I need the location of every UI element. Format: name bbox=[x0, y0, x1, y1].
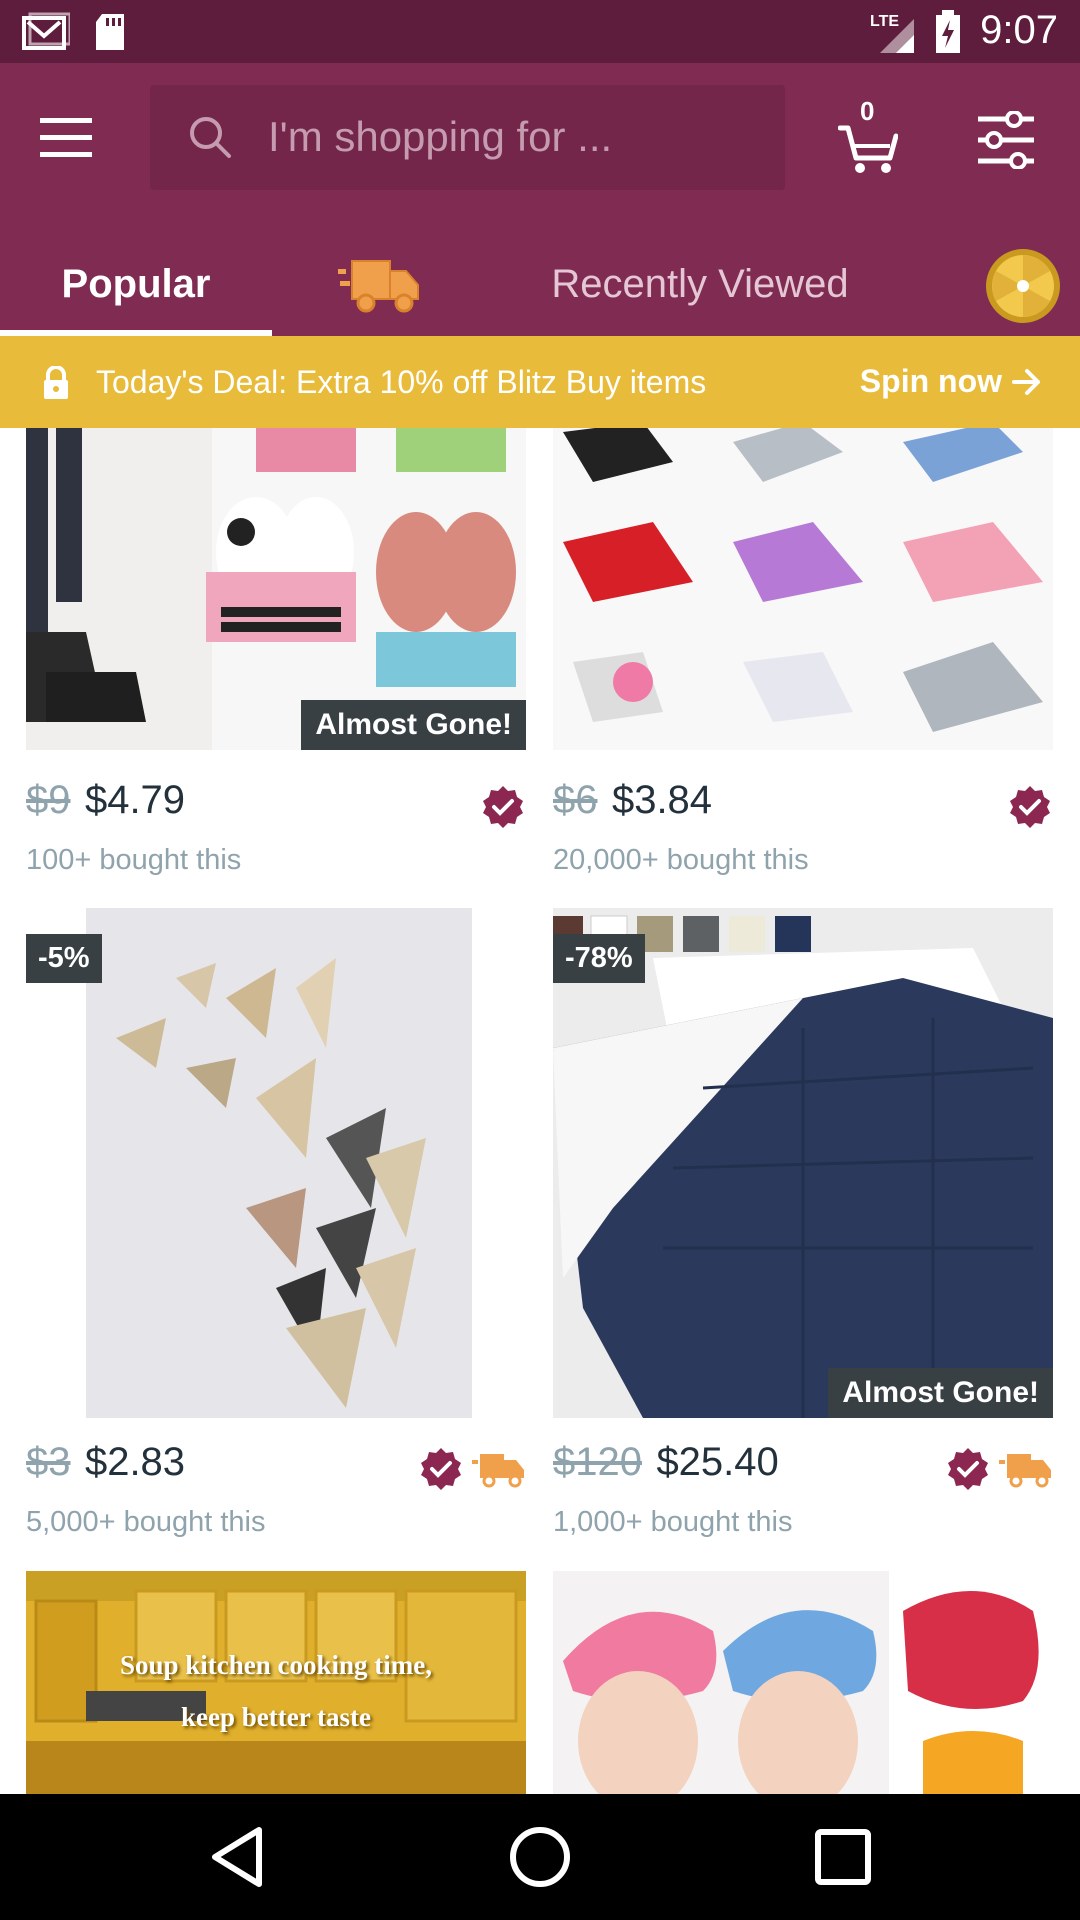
recents-icon bbox=[815, 1829, 871, 1885]
filter-button[interactable] bbox=[978, 110, 1034, 170]
blitz-truck-icon bbox=[338, 259, 419, 312]
gmail-icon bbox=[22, 12, 72, 57]
image-caption: Soup kitchen cooking time, keep better t… bbox=[26, 1639, 526, 1743]
product-image bbox=[553, 428, 1053, 750]
product-image: Soup kitchen cooking time, keep better t… bbox=[26, 1571, 526, 1794]
system-nav-bar bbox=[0, 1794, 1080, 1920]
search-input[interactable] bbox=[268, 105, 768, 169]
image-caption-line-2: keep better taste bbox=[181, 1702, 371, 1732]
product-card[interactable]: Almost Gone! bbox=[26, 428, 526, 752]
spin-now-link[interactable]: Spin now bbox=[860, 363, 1042, 400]
product-price-row: $120 $25.40 bbox=[553, 1440, 1053, 1500]
product-grid: Almost Gone! $9 $4.79 100+ bought this $… bbox=[0, 428, 1080, 1794]
lte-signal-icon: LTE bbox=[870, 13, 916, 55]
original-price: $120 bbox=[553, 1440, 642, 1484]
clock: 9:07 bbox=[980, 8, 1058, 52]
product-card[interactable]: Soup kitchen cooking time, keep better t… bbox=[26, 1571, 526, 1794]
back-icon bbox=[212, 1827, 262, 1887]
fast-shipping-icon bbox=[999, 1454, 1051, 1488]
lock-icon bbox=[44, 366, 68, 399]
battery-charging-icon bbox=[934, 10, 962, 59]
product-price-row: $9 $4.79 bbox=[26, 778, 526, 838]
tab-recently-viewed-label: Recently Viewed bbox=[551, 262, 849, 306]
filter-sliders-icon bbox=[978, 110, 1034, 170]
tab-blitz-buy[interactable] bbox=[330, 233, 430, 336]
bought-count: 1,000+ bought this bbox=[553, 1506, 793, 1538]
product-price-row: $6 $3.84 bbox=[553, 778, 1053, 838]
bought-count: 100+ bought this bbox=[26, 844, 242, 876]
tab-popular-label: Popular bbox=[61, 262, 211, 306]
sale-price: $4.79 bbox=[84, 778, 186, 822]
product-card[interactable]: -78% Almost Gone! bbox=[553, 908, 1053, 1420]
status-bar: LTE 9:07 bbox=[0, 0, 1080, 63]
verified-icon bbox=[948, 1448, 988, 1490]
product-image: -5% bbox=[26, 908, 526, 1418]
product-image: Almost Gone! bbox=[26, 428, 526, 750]
almost-gone-badge: Almost Gone! bbox=[828, 1368, 1053, 1418]
product-image: -78% Almost Gone! bbox=[553, 908, 1053, 1418]
bought-count: 5,000+ bought this bbox=[26, 1506, 266, 1538]
verified-icon bbox=[483, 786, 523, 828]
home-icon bbox=[510, 1827, 570, 1887]
home-button[interactable] bbox=[507, 1824, 573, 1890]
deal-banner[interactable]: Today's Deal: Extra 10% off Blitz Buy it… bbox=[0, 336, 1080, 428]
product-card[interactable]: -5% bbox=[26, 908, 526, 1420]
product-price-row: $3 $2.83 bbox=[26, 1440, 526, 1500]
bought-count: 20,000+ bought this bbox=[553, 844, 809, 876]
tab-popular[interactable]: Popular bbox=[0, 233, 272, 336]
cart-icon bbox=[838, 125, 898, 173]
spin-now-label: Spin now bbox=[859, 363, 1002, 399]
original-price: $3 bbox=[26, 1440, 71, 1484]
deal-text: Today's Deal: Extra 10% off Blitz Buy it… bbox=[96, 364, 707, 400]
search-bar[interactable] bbox=[150, 85, 785, 190]
app-header: 0 Popular Recently Viewed bbox=[0, 63, 1080, 336]
sd-card-icon bbox=[92, 12, 128, 57]
original-price: $6 bbox=[553, 778, 598, 822]
sale-price: $25.40 bbox=[656, 1440, 779, 1484]
fast-shipping-icon bbox=[472, 1454, 524, 1488]
sale-price: $3.84 bbox=[611, 778, 713, 822]
search-icon bbox=[190, 117, 231, 158]
tab-recently-viewed[interactable]: Recently Viewed bbox=[490, 233, 910, 336]
discount-badge: -5% bbox=[26, 934, 102, 983]
spin-wheel-icon bbox=[986, 249, 1060, 323]
product-image bbox=[553, 1571, 1053, 1794]
hamburger-icon bbox=[40, 118, 92, 157]
tab-spin-wheel[interactable] bbox=[984, 247, 1062, 325]
original-price: $9 bbox=[26, 778, 71, 822]
verified-icon bbox=[1010, 786, 1050, 828]
cart-button[interactable]: 0 bbox=[838, 96, 902, 174]
back-button[interactable] bbox=[207, 1824, 273, 1890]
arrow-right-icon bbox=[1012, 368, 1040, 395]
sale-price: $2.83 bbox=[84, 1440, 186, 1484]
recents-button[interactable] bbox=[810, 1824, 876, 1890]
image-caption-line-1: Soup kitchen cooking time, bbox=[119, 1650, 433, 1680]
tab-bar: Popular Recently Viewed bbox=[0, 233, 1080, 336]
discount-badge: -78% bbox=[553, 934, 645, 983]
product-card[interactable] bbox=[553, 1571, 1053, 1794]
almost-gone-badge: Almost Gone! bbox=[301, 700, 526, 750]
product-card[interactable] bbox=[553, 428, 1053, 752]
verified-icon bbox=[421, 1448, 461, 1490]
menu-button[interactable] bbox=[40, 118, 104, 170]
